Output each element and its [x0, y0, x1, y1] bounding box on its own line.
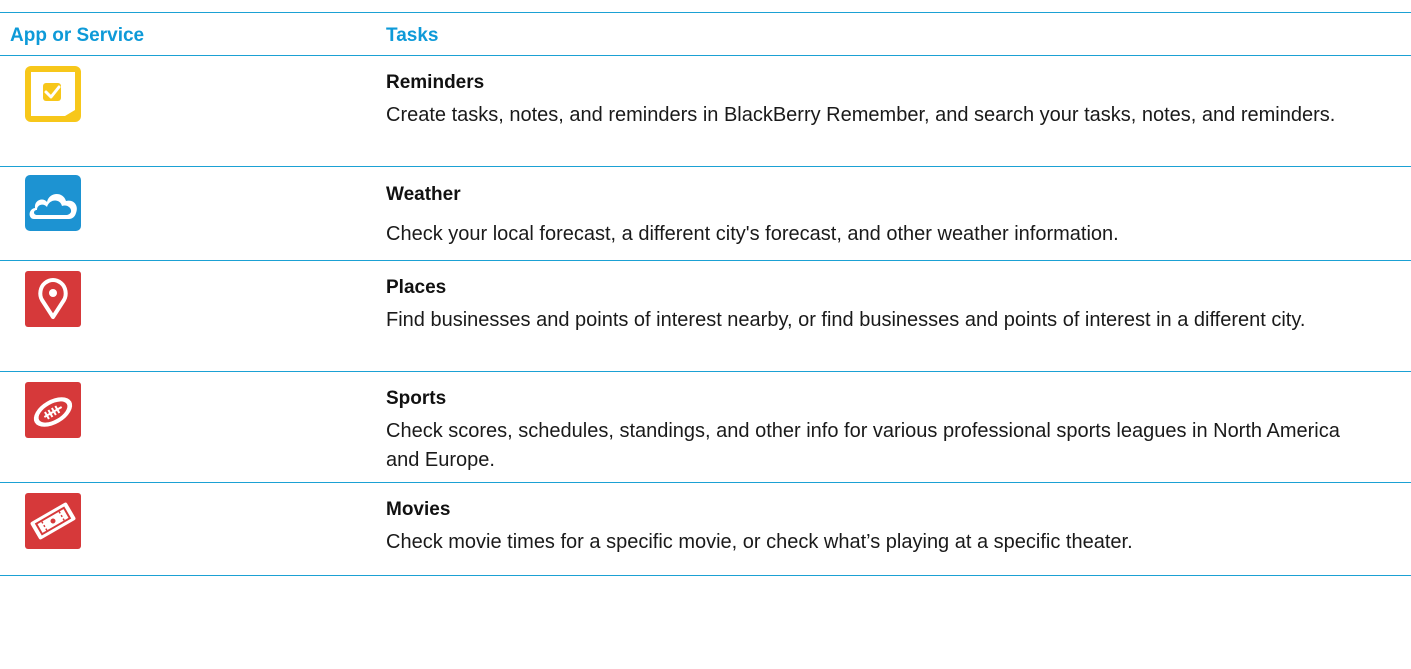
movies-icon [25, 493, 81, 549]
task-description: Create tasks, notes, and reminders in Bl… [386, 104, 1336, 126]
table-row: Weather Check your local forecast, a dif… [0, 167, 1411, 261]
task-title: Sports [386, 388, 447, 409]
task-description: Check movie times for a specific movie, … [386, 531, 1133, 553]
task-title: Movies [386, 499, 451, 520]
table-header: App or Service Tasks [0, 12, 1411, 56]
header-app-or-service: App or Service [10, 25, 145, 46]
weather-icon [25, 175, 81, 231]
apps-table: App or Service Tasks Reminders Create ta… [0, 12, 1411, 576]
table-row: Sports Check scores, schedules, standing… [0, 372, 1411, 483]
places-icon [25, 271, 81, 327]
header-tasks: Tasks [386, 25, 439, 46]
sports-icon [25, 382, 81, 438]
task-title: Places [386, 277, 447, 298]
task-title: Weather [386, 184, 461, 205]
table-row: Places Find businesses and points of int… [0, 261, 1411, 372]
table-row: Movies Check movie times for a specific … [0, 483, 1411, 576]
reminders-icon [25, 66, 81, 122]
table-row: Reminders Create tasks, notes, and remin… [0, 56, 1411, 167]
task-description: Check your local forecast, a different c… [386, 223, 1119, 245]
task-description: Find businesses and points of interest n… [386, 309, 1306, 331]
task-description: Check scores, schedules, standings, and … [386, 420, 1340, 471]
task-title: Reminders [386, 72, 485, 93]
